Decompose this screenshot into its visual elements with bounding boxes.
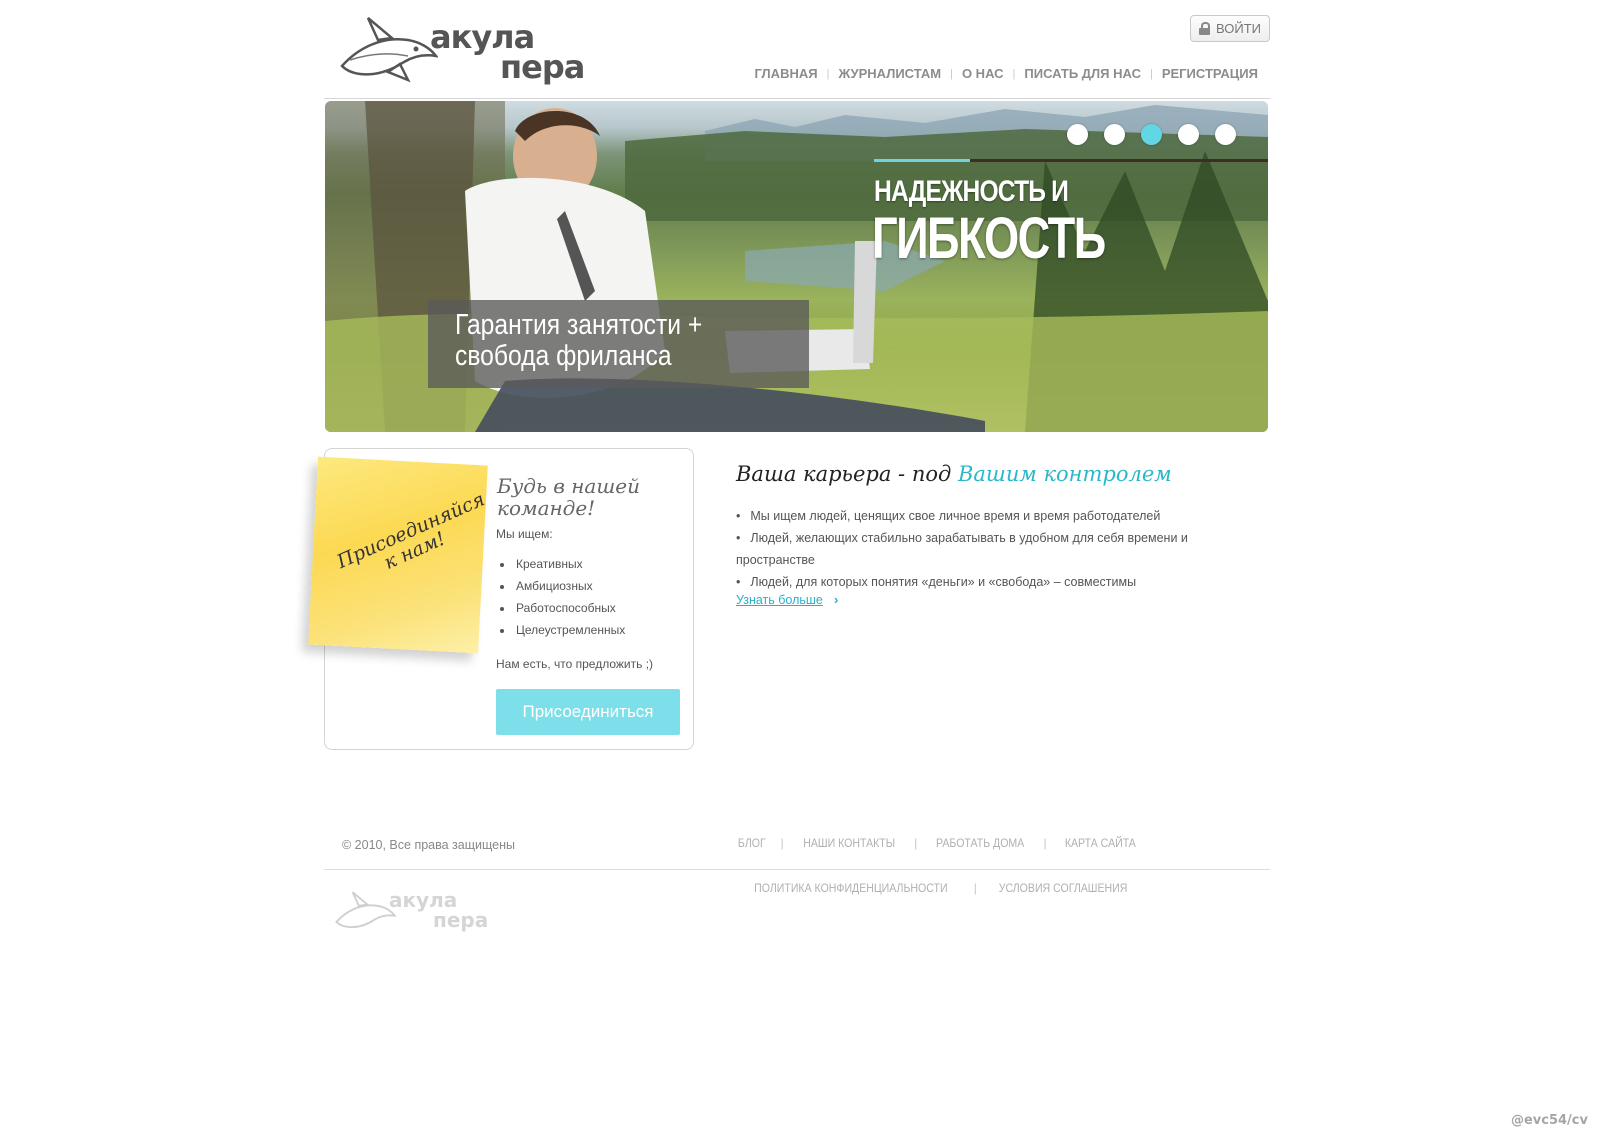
headline-rule-accent [874, 159, 970, 162]
sticky-note-text: Присоединяйся к нам! [334, 488, 488, 591]
footer-link-work-home[interactable]: РАБОТАТЬ ДОМА [936, 836, 1024, 850]
shark-icon [335, 891, 396, 929]
list-item: Работоспособных [514, 597, 625, 619]
banner-headline-small: НАДЕЖНОСТЬ И [874, 175, 1069, 208]
footer-link-contacts[interactable]: НАШИ КОНТАКТЫ [803, 836, 895, 850]
footer-separator: | [973, 881, 977, 895]
shark-icon [340, 17, 438, 83]
slider-dot-5[interactable] [1215, 124, 1236, 145]
login-button[interactable]: ВОЙТИ [1190, 15, 1270, 42]
join-title: Будь в нашей команде! [497, 474, 640, 520]
join-subtitle: Мы ищем: [496, 527, 553, 541]
nav-separator: | [1012, 67, 1016, 80]
career-title-prefix: Ваша карьера - под [736, 462, 952, 486]
join-team-box: Присоединяйся к нам! Будь в нашей команд… [308, 448, 694, 750]
copyright-text: © 2010, Все права защищены [342, 838, 515, 852]
footer-logo[interactable]: акула пера [334, 888, 504, 936]
career-title: Ваша карьера - под Вашим контролем [736, 462, 1172, 486]
site-logo[interactable]: акула пера [338, 14, 598, 86]
slider-dot-4[interactable] [1178, 124, 1199, 145]
nav-separator: | [1149, 67, 1153, 80]
footer-separator: | [914, 836, 918, 850]
footer-link-sitemap[interactable]: КАРТА САЙТА [1064, 836, 1135, 850]
footer-link-privacy[interactable]: ПОЛИТИКА КОНФИДЕНЦИАЛЬНОСТИ [754, 881, 947, 895]
learn-more-link[interactable]: Узнать больше [736, 593, 823, 607]
main-nav: ГЛАВНАЯ | ЖУРНАЛИСТАМ | О НАС | ПИСАТЬ Д… [755, 66, 1258, 81]
nav-item-about[interactable]: О НАС [962, 66, 1004, 81]
sticky-note: Присоединяйся к нам! [308, 456, 488, 654]
slider-dot-3[interactable] [1141, 124, 1162, 145]
career-title-accent: Вашим контролем [957, 462, 1172, 486]
banner-caption-box: Гарантия занятости + свобода фриланса [428, 300, 809, 388]
slider-dots [1067, 124, 1236, 145]
hero-banner: НАДЕЖНОСТЬ И ГИБКОСТЬ Гарантия занятости… [325, 101, 1268, 432]
banner-headline-big: ГИБКОСТЬ [872, 206, 1106, 271]
banner-caption: Гарантия занятости + свобода фриланса [455, 310, 702, 372]
slider-dot-2[interactable] [1104, 124, 1125, 145]
slider-dot-1[interactable] [1067, 124, 1088, 145]
list-item: Амбициозных [514, 575, 625, 597]
logo-text: акула пера [430, 21, 585, 86]
lock-icon [1199, 22, 1210, 35]
nav-item-write-for-us[interactable]: ПИСАТЬ ДЛЯ НАС [1024, 66, 1141, 81]
footer-nav: БЛОГ | НАШИ КОНТАКТЫ | РАБОТАТЬ ДОМА | К… [736, 836, 1140, 850]
logo-line2: пера [500, 48, 585, 86]
career-list: Мы ищем людей, ценящих свое личное время… [736, 505, 1236, 593]
footer-logo-line2: пера [433, 908, 489, 932]
footer-link-terms[interactable]: УСЛОВИЯ СОГЛАШЕНИЯ [999, 881, 1128, 895]
footer-link-blog[interactable]: БЛОГ [738, 836, 766, 850]
footer-logo-text: акула пера [389, 890, 488, 930]
nav-item-home[interactable]: ГЛАВНАЯ [755, 66, 818, 81]
page: акула пера ВОЙТИ ГЛАВНАЯ | ЖУРНАЛИСТАМ |… [308, 0, 1270, 1000]
list-item: Мы ищем людей, ценящих свое личное время… [736, 505, 1236, 527]
header-divider [324, 98, 1270, 99]
join-list: Креативных Амбициозных Работоспособных Ц… [496, 553, 625, 641]
login-label: ВОЙТИ [1216, 21, 1261, 36]
footer-separator: | [780, 836, 784, 850]
caption-line2: свобода фриланса [455, 340, 672, 372]
footer-separator: | [1043, 836, 1047, 850]
join-button[interactable]: Присоединиться [496, 689, 680, 735]
list-item: Людей, желающих стабильно зарабатывать в… [736, 527, 1236, 571]
footer-legal-nav: ПОЛИТИКА КОНФИДЕНЦИАЛЬНОСТИ | УСЛОВИЯ СО… [741, 881, 1136, 895]
footer-divider [324, 869, 1270, 870]
caption-line1: Гарантия занятости + [455, 309, 703, 341]
watermark: @evc54/cv [1510, 1113, 1588, 1128]
list-item: Креативных [514, 553, 625, 575]
nav-separator: | [950, 67, 953, 80]
join-note: Нам есть, что предложить ;) [496, 657, 654, 671]
nav-separator: | [826, 67, 830, 80]
nav-item-journalists[interactable]: ЖУРНАЛИСТАМ [838, 66, 941, 81]
chevron-right-icon[interactable]: › [834, 592, 838, 607]
nav-item-registration[interactable]: РЕГИСТРАЦИЯ [1162, 66, 1258, 81]
list-item: Людей, для которых понятия «деньги» и «с… [736, 571, 1236, 593]
list-item: Целеустремленных [514, 619, 625, 641]
